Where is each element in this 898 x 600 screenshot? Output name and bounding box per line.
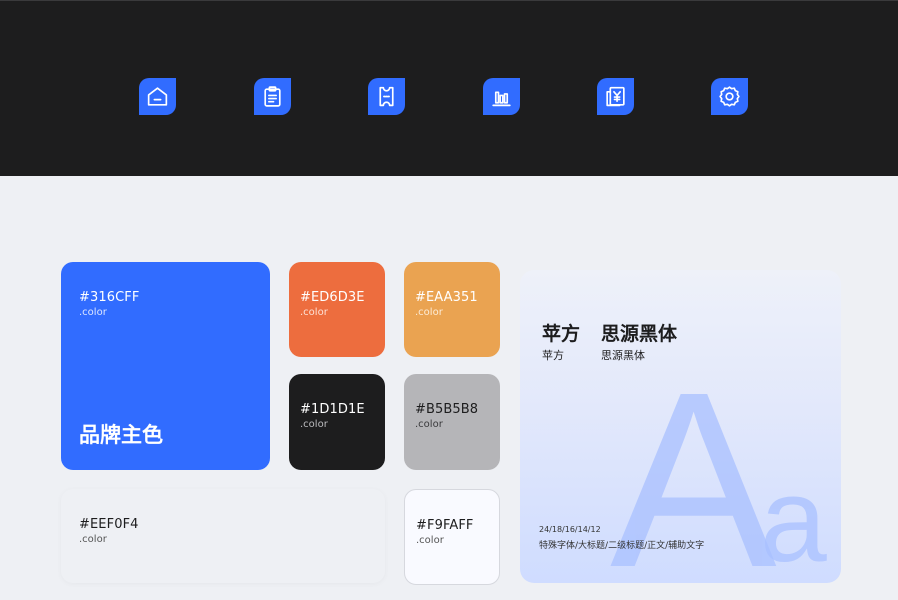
swatch-dark: #1D1D1E .color	[289, 374, 385, 470]
font-sizes: 24/18/16/14/12	[539, 525, 601, 534]
swatch-light: #F9FAFF .color	[404, 489, 500, 585]
swatch-background: #EEF0F4 .color	[61, 489, 385, 583]
icon-showcase-bar	[0, 0, 898, 176]
clipboard-icon[interactable]	[254, 78, 291, 115]
swatch-sub: .color	[416, 535, 444, 546]
typography-card: A a 苹方 思源黑体 苹方 思源黑体 24/18/16/14/12 特殊字体/…	[520, 270, 841, 583]
font-sample-source-han: 思源黑体	[601, 349, 645, 362]
bar-chart-icon[interactable]	[483, 78, 520, 115]
big-letter-a-lower: a	[760, 453, 827, 583]
font-name-pingfang: 苹方	[542, 323, 581, 345]
swatch-amber: #EAA351 .color	[404, 262, 500, 357]
swatch-hex: #ED6D3E	[300, 290, 365, 305]
swatch-sub: .color	[79, 307, 107, 318]
swatch-gray: #B5B5B8 .color	[404, 374, 500, 470]
font-name-source-han: 思源黑体	[601, 323, 678, 345]
swatch-hex: #F9FAFF	[416, 518, 474, 533]
swatch-sub: .color	[415, 307, 443, 318]
swatch-hex: #EEF0F4	[79, 517, 139, 532]
swatch-brand: #316CFF .color 品牌主色	[61, 262, 270, 470]
invoice-yuan-icon[interactable]	[597, 78, 634, 115]
ticket-icon[interactable]	[368, 78, 405, 115]
swatch-sub: .color	[79, 534, 107, 545]
swatch-orange: #ED6D3E .color	[289, 262, 385, 357]
home-icon[interactable]	[139, 78, 176, 115]
swatch-sub: .color	[300, 307, 328, 318]
font-usage: 特殊字体/大标题/二级标题/正文/辅助文字	[539, 541, 705, 551]
swatch-hex: #B5B5B8	[415, 402, 479, 417]
swatch-hex: #EAA351	[415, 290, 478, 305]
swatch-hex: #1D1D1E	[300, 402, 365, 417]
swatch-hex: #316CFF	[79, 290, 140, 305]
swatch-sub: .color	[300, 419, 328, 430]
swatch-sub: .color	[415, 419, 443, 430]
settings-gear-icon[interactable]	[711, 78, 748, 115]
font-sample-pingfang: 苹方	[542, 349, 564, 362]
brand-color-title: 品牌主色	[79, 423, 163, 447]
